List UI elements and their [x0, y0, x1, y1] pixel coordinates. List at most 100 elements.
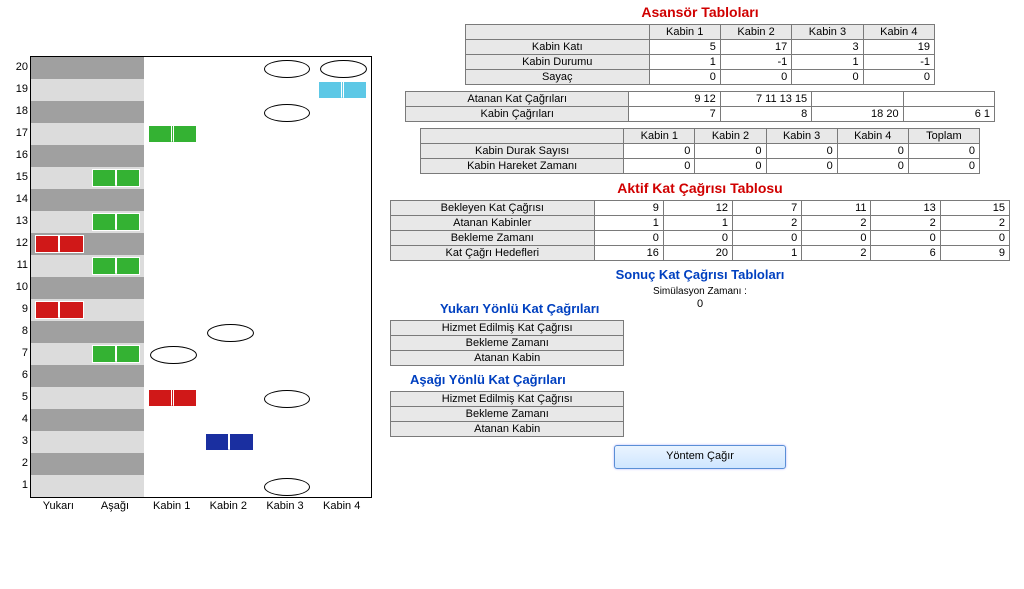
t6-blank-0	[624, 392, 1010, 407]
t3-cell-0-3: 0	[837, 144, 908, 159]
sim-label: Simülasyon Zamanı :	[380, 286, 1020, 297]
asagi-table: Hizmet Edilmiş Kat ÇağrısıBekleme Zamanı…	[390, 391, 1010, 437]
x-tick-0: Yukarı	[43, 500, 74, 512]
y-tick-1: 1	[22, 479, 28, 491]
envelope-Aşağı-f15	[92, 169, 141, 187]
t2-rowlbl-0: Atanan Kat Çağrıları	[406, 92, 629, 107]
t1-cell-1-2: 1	[792, 55, 863, 70]
t1-head-2: Kabin 2	[720, 25, 791, 40]
t4-cell-2-4: 0	[871, 231, 940, 246]
y-tick-15: 15	[16, 171, 28, 183]
t3-head-1: Kabin 1	[624, 129, 695, 144]
envelope-Kabin 4-f19	[318, 81, 367, 99]
t4-rowlbl-0: Bekleyen Kat Çağrısı	[391, 201, 595, 216]
t3-head-4: Kabin 4	[837, 129, 908, 144]
envelope-Yukarı-f12	[35, 235, 84, 253]
t1-cell-1-0: 1	[649, 55, 720, 70]
x-tick-2: Kabin 1	[153, 500, 190, 512]
t6-rowlbl-1: Bekleme Zamanı	[391, 407, 624, 422]
t6-blank-2	[624, 422, 1010, 437]
envelope-Kabin 1-f5	[148, 389, 197, 407]
t5-rowlbl-1: Bekleme Zamanı	[391, 336, 624, 351]
kabin-table: Kabin 1Kabin 2Kabin 3Kabin 4Kabin Katı51…	[465, 24, 935, 85]
t3-cell-0-0: 0	[624, 144, 695, 159]
t2-cell-0-2	[812, 92, 903, 107]
x-tick-5: Kabin 4	[323, 500, 360, 512]
t4-cell-0-2: 7	[733, 201, 802, 216]
envelope-Aşağı-f7	[92, 345, 141, 363]
t1-cell-0-3: 19	[863, 40, 934, 55]
t1-cell-0-2: 3	[792, 40, 863, 55]
t4-cell-2-2: 0	[733, 231, 802, 246]
t4-cell-1-0: 1	[594, 216, 663, 231]
t4-cell-3-0: 16	[594, 246, 663, 261]
t4-cell-3-2: 1	[733, 246, 802, 261]
t1-cell-2-3: 0	[863, 70, 934, 85]
t5-blank-1	[624, 336, 1010, 351]
t6-rowlbl-2: Atanan Kabin	[391, 422, 624, 437]
y-tick-16: 16	[16, 149, 28, 161]
t1-head-3: Kabin 3	[792, 25, 863, 40]
t4-cell-1-4: 2	[871, 216, 940, 231]
y-tick-10: 10	[16, 281, 28, 293]
x-axis-labels: Yukarı Aşağı Kabin 1 Kabin 2 Kabin 3 Kabin 4	[30, 500, 370, 516]
elevator-grid-chart	[30, 56, 372, 498]
t1-head-0	[466, 25, 650, 40]
t6-blank-1	[624, 407, 1010, 422]
t1-cell-1-3: -1	[863, 55, 934, 70]
t4-cell-1-3: 2	[802, 216, 871, 231]
y-tick-5: 5	[22, 391, 28, 403]
t3-head-2: Kabin 2	[695, 129, 766, 144]
envelope-Aşağı-f11	[92, 257, 141, 275]
x-tick-4: Kabin 3	[266, 500, 303, 512]
t3-rowlbl-0: Kabin Durak Sayısı	[421, 144, 624, 159]
envelope-Kabin 2-f3	[205, 433, 254, 451]
t2-cell-0-3	[903, 92, 994, 107]
t3-cell-1-2: 0	[766, 159, 837, 174]
t3-cell-1-0: 0	[624, 159, 695, 174]
t3-head-3: Kabin 3	[766, 129, 837, 144]
t4-cell-0-4: 13	[871, 201, 940, 216]
t2-cell-0-1: 7 11 13 15	[720, 92, 811, 107]
y-tick-4: 4	[22, 413, 28, 425]
y-tick-2: 2	[22, 457, 28, 469]
t4-cell-0-3: 11	[802, 201, 871, 216]
t4-cell-2-1: 0	[663, 231, 732, 246]
t3-cell-0-4: 0	[908, 144, 979, 159]
t5-blank-2	[624, 351, 1010, 366]
t1-head-4: Kabin 4	[863, 25, 934, 40]
t4-cell-3-3: 2	[802, 246, 871, 261]
t1-rowlbl-0: Kabin Katı	[466, 40, 650, 55]
t1-cell-0-1: 17	[720, 40, 791, 55]
y-tick-20: 20	[16, 61, 28, 73]
t4-cell-3-4: 6	[871, 246, 940, 261]
x-tick-3: Kabin 2	[210, 500, 247, 512]
t5-rowlbl-2: Atanan Kabin	[391, 351, 624, 366]
t4-cell-1-1: 1	[663, 216, 732, 231]
t4-cell-3-1: 20	[663, 246, 732, 261]
asansor-tablolari-title: Asansör Tabloları	[380, 4, 1020, 20]
t1-cell-2-2: 0	[792, 70, 863, 85]
t3-cell-0-2: 0	[766, 144, 837, 159]
t4-cell-0-5: 15	[940, 201, 1009, 216]
t4-rowlbl-2: Bekleme Zamanı	[391, 231, 595, 246]
t2-cell-1-1: 8	[720, 107, 811, 122]
y-tick-6: 6	[22, 369, 28, 381]
yukari-table: Hizmet Edilmiş Kat ÇağrısıBekleme Zamanı…	[390, 320, 1010, 366]
t1-rowlbl-1: Kabin Durumu	[466, 55, 650, 70]
t6-rowlbl-0: Hizmet Edilmiş Kat Çağrısı	[391, 392, 624, 407]
x-tick-1: Aşağı	[101, 500, 129, 512]
t1-cell-1-1: -1	[720, 55, 791, 70]
yontem-cagir-button[interactable]: Yöntem Çağır	[614, 445, 786, 469]
y-tick-14: 14	[16, 193, 28, 205]
t3-cell-1-1: 0	[695, 159, 766, 174]
y-tick-18: 18	[16, 105, 28, 117]
t5-blank-0	[624, 321, 1010, 336]
t1-cell-2-1: 0	[720, 70, 791, 85]
t2-rowlbl-1: Kabin Çağrıları	[406, 107, 629, 122]
marker-Kabin 1-f7	[150, 346, 197, 364]
marker-Kabin 3-f20	[264, 60, 311, 78]
t4-cell-1-2: 2	[733, 216, 802, 231]
t2-cell-1-3: 6 1	[903, 107, 994, 122]
t3-cell-0-1: 0	[695, 144, 766, 159]
